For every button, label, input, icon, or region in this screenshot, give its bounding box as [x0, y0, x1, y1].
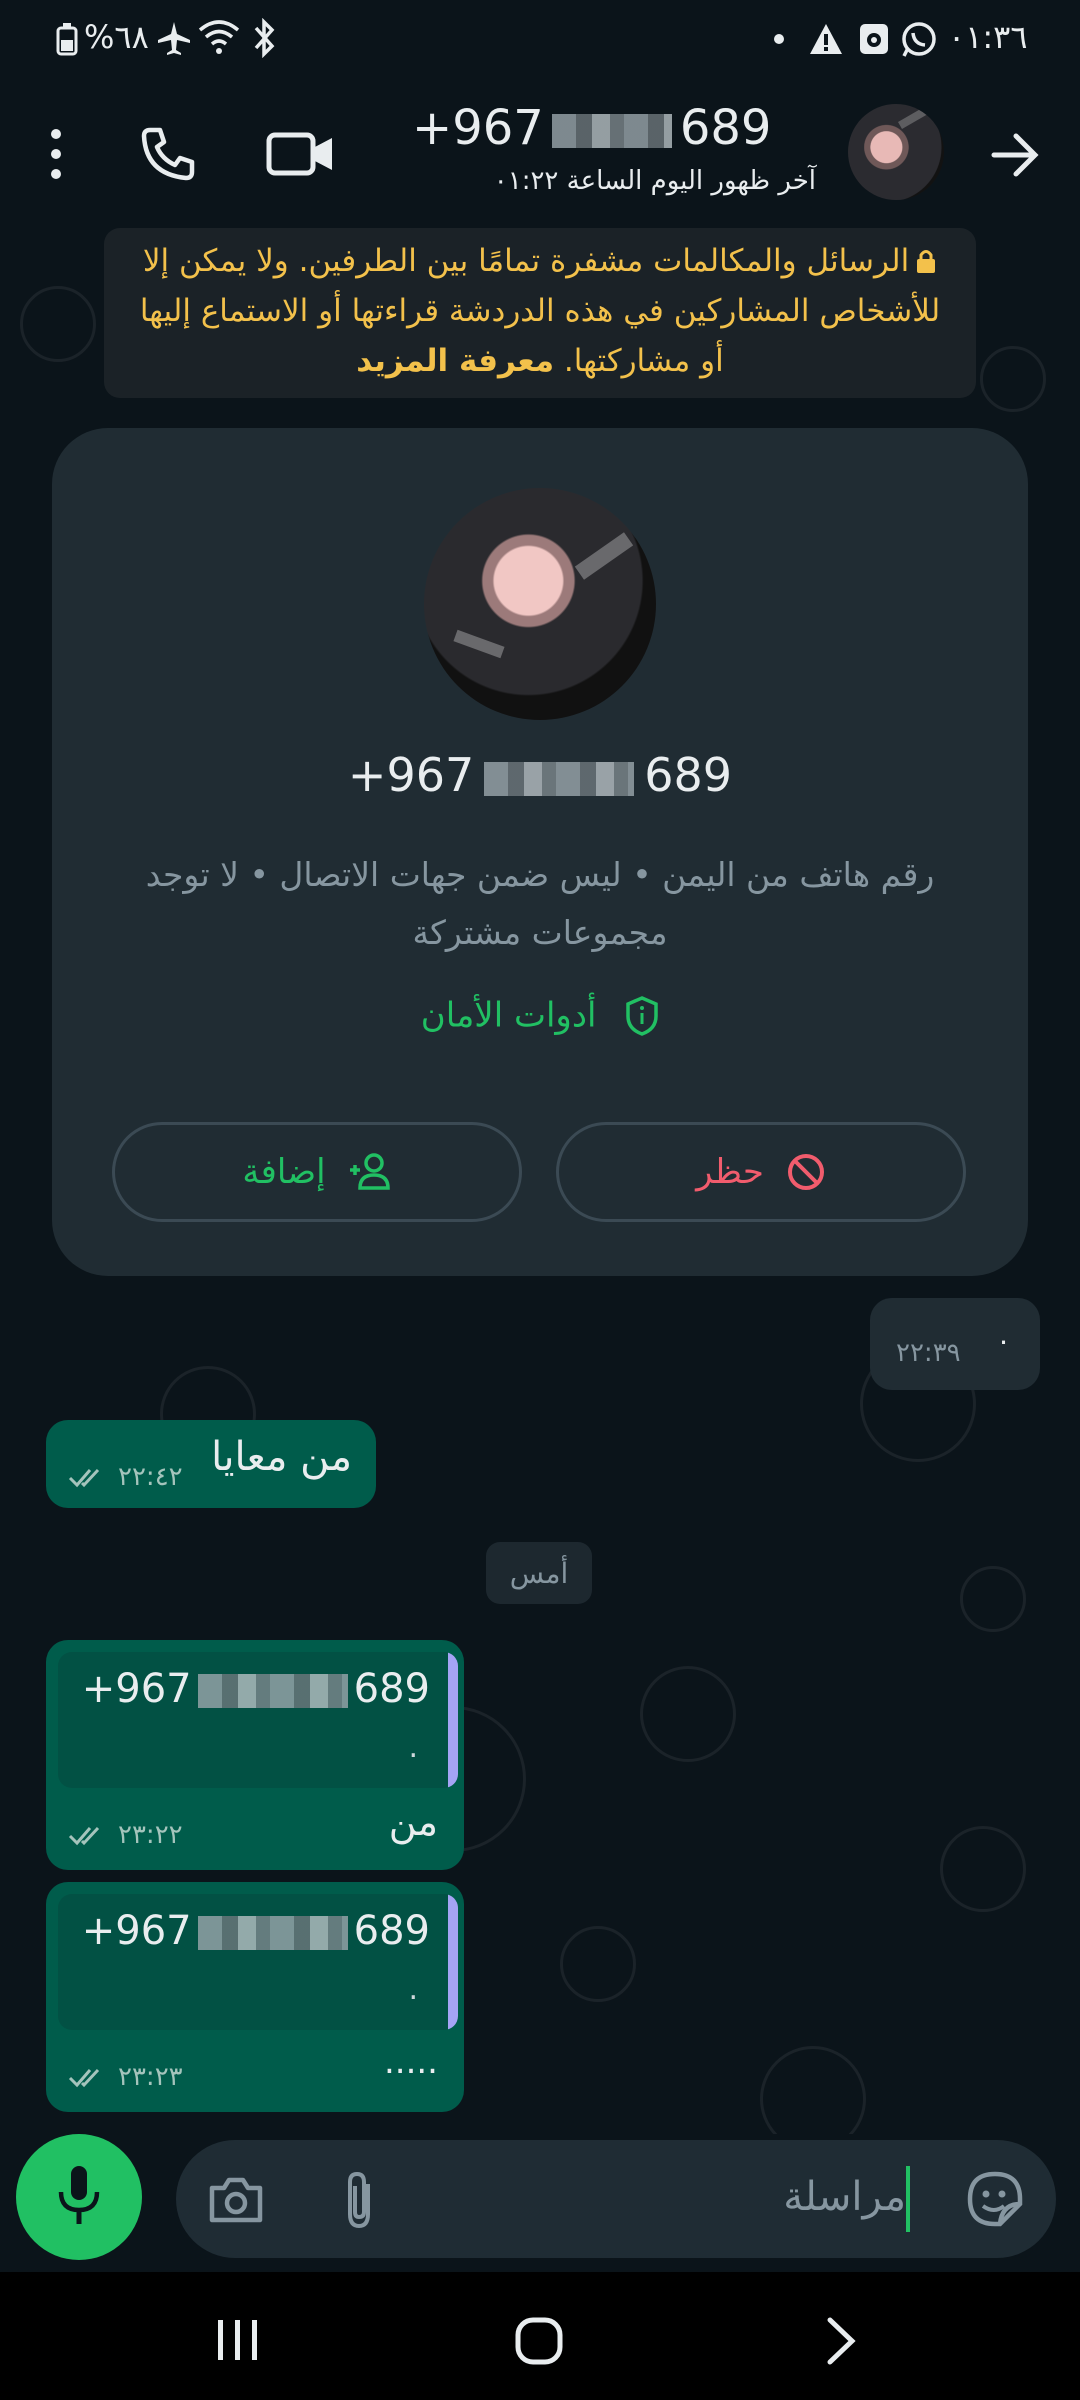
wallpaper-doodle: [760, 2046, 866, 2134]
contact-info-card: +967 689 رقم هاتف من اليمن • ليس ضمن جهات…: [52, 428, 1028, 1276]
battery-text: %٦٨: [84, 18, 149, 56]
double-check-icon: [68, 2068, 100, 2088]
chat-header: +967 689 آخر ظهور اليوم الساعة ٠١:٢٢: [0, 80, 1080, 226]
add-contact-button[interactable]: إضافة: [112, 1122, 522, 1222]
back-arrow-icon[interactable]: [990, 130, 1040, 180]
wallpaper-doodle: [940, 1826, 1026, 1912]
more-icon[interactable]: [44, 124, 68, 184]
message-time: ٢٢:٤٢: [118, 1462, 183, 1492]
message-text: من: [388, 1800, 438, 1844]
message-bubble-incoming[interactable]: ٢٢:٣٩ ٠: [870, 1298, 1040, 1390]
quote-accent-bar: [448, 1894, 458, 2030]
security-tools-link[interactable]: أدوات الأمان: [52, 994, 1028, 1036]
warning-icon: [810, 24, 842, 54]
airplane-icon: [158, 22, 190, 55]
message-text: من معايا: [211, 1434, 352, 1480]
battery-icon: [56, 23, 78, 56]
date-separator: أمس: [486, 1542, 592, 1604]
mic-button[interactable]: [16, 2134, 142, 2260]
quoted-text: .: [408, 1972, 418, 2007]
phone-suffix: 689: [353, 1666, 430, 1712]
home-icon[interactable]: [514, 2316, 564, 2366]
contact-description: رقم هاتف من اليمن • ليس ضمن جهات الاتصال…: [145, 855, 935, 952]
app-icon: [860, 24, 888, 54]
message-text: .....: [383, 2042, 438, 2082]
redacted-number: [551, 114, 672, 148]
message-time: ٢٢:٣٩: [896, 1338, 961, 1368]
redacted-number: [484, 761, 635, 796]
quoted-sender: +967 689: [82, 1666, 430, 1712]
contact-card-phone: +967 689: [52, 748, 1028, 802]
mic-icon: [58, 2166, 100, 2224]
wifi-icon: [198, 20, 240, 54]
quoted-message[interactable]: +967 689 .: [58, 1652, 458, 1788]
phone-suffix: 689: [679, 100, 772, 156]
message-bubble-outgoing[interactable]: +967 689 . ٢٣:٢٢ من: [46, 1640, 464, 1870]
redacted-number: [197, 1916, 348, 1950]
message-input[interactable]: مراسلة: [783, 2174, 906, 2220]
status-bar: %٦٨ ٠١:٣٦: [0, 0, 1080, 80]
sticker-icon[interactable]: [966, 2170, 1024, 2228]
add-label: إضافة: [242, 1152, 326, 1192]
system-nav-bar: [0, 2272, 1080, 2400]
avatar[interactable]: [848, 104, 944, 200]
lock-icon: [917, 250, 936, 273]
quoted-message[interactable]: +967 689 .: [58, 1894, 458, 2030]
block-button[interactable]: حظر: [556, 1122, 966, 1222]
quote-accent-bar: [448, 1652, 458, 1788]
message-time: ٢٣:٢٢: [118, 1820, 183, 1850]
phone-prefix: +967: [347, 748, 475, 802]
dot-icon: [774, 34, 784, 44]
shield-icon: [626, 995, 658, 1036]
contact-phone[interactable]: +967 689: [412, 100, 816, 160]
wallpaper-doodle: [20, 286, 96, 362]
attach-icon[interactable]: [340, 2170, 380, 2230]
learn-more-link[interactable]: معرفة المزيد: [356, 343, 554, 379]
bluetooth-icon: [254, 18, 275, 58]
wallpaper-doodle: [960, 1566, 1026, 1632]
add-person-icon: [349, 1153, 390, 1190]
recents-icon[interactable]: [214, 2318, 262, 2362]
contact-avatar[interactable]: [424, 488, 656, 720]
phone-suffix: 689: [644, 748, 733, 802]
security-tools-label: أدوات الأمان: [420, 995, 597, 1036]
wallpaper-doodle: [560, 1926, 636, 2002]
message-input-box[interactable]: مراسلة: [176, 2140, 1056, 2258]
quoted-sender: +967 689: [82, 1908, 430, 1954]
block-label: حظر: [696, 1152, 764, 1192]
camera-icon[interactable]: [208, 2174, 264, 2224]
phone-prefix: +967: [81, 1666, 192, 1712]
back-icon[interactable]: [824, 2316, 858, 2366]
message-text: ٠: [996, 1324, 1012, 1357]
message-time: ٢٣:٢٣: [118, 2062, 183, 2092]
phone-suffix: 689: [353, 1908, 430, 1954]
phone-prefix: +967: [412, 100, 544, 156]
block-icon: [787, 1154, 824, 1190]
wallpaper-doodle: [640, 1666, 736, 1762]
whatsapp-icon: [902, 22, 936, 57]
last-seen: آخر ظهور اليوم الساعة ٠١:٢٢: [493, 166, 816, 196]
phone-prefix: +967: [81, 1908, 192, 1954]
wallpaper-doodle: [980, 346, 1046, 412]
encryption-notice[interactable]: الرسائل والمكالمات مشفرة تمامًا بين الطر…: [104, 228, 976, 398]
call-icon[interactable]: [140, 126, 196, 182]
text-caret: [906, 2166, 910, 2232]
quoted-text: .: [408, 1730, 418, 1765]
double-check-icon: [68, 1468, 100, 1488]
redacted-number: [197, 1674, 348, 1708]
video-call-icon[interactable]: [266, 130, 336, 178]
double-check-icon: [68, 1826, 100, 1846]
message-bubble-outgoing[interactable]: ٢٢:٤٢ من معايا: [46, 1420, 376, 1508]
message-bubble-outgoing[interactable]: +967 689 . ٢٣:٢٣ .....: [46, 1882, 464, 2112]
status-time: ٠١:٣٦: [948, 18, 1028, 56]
